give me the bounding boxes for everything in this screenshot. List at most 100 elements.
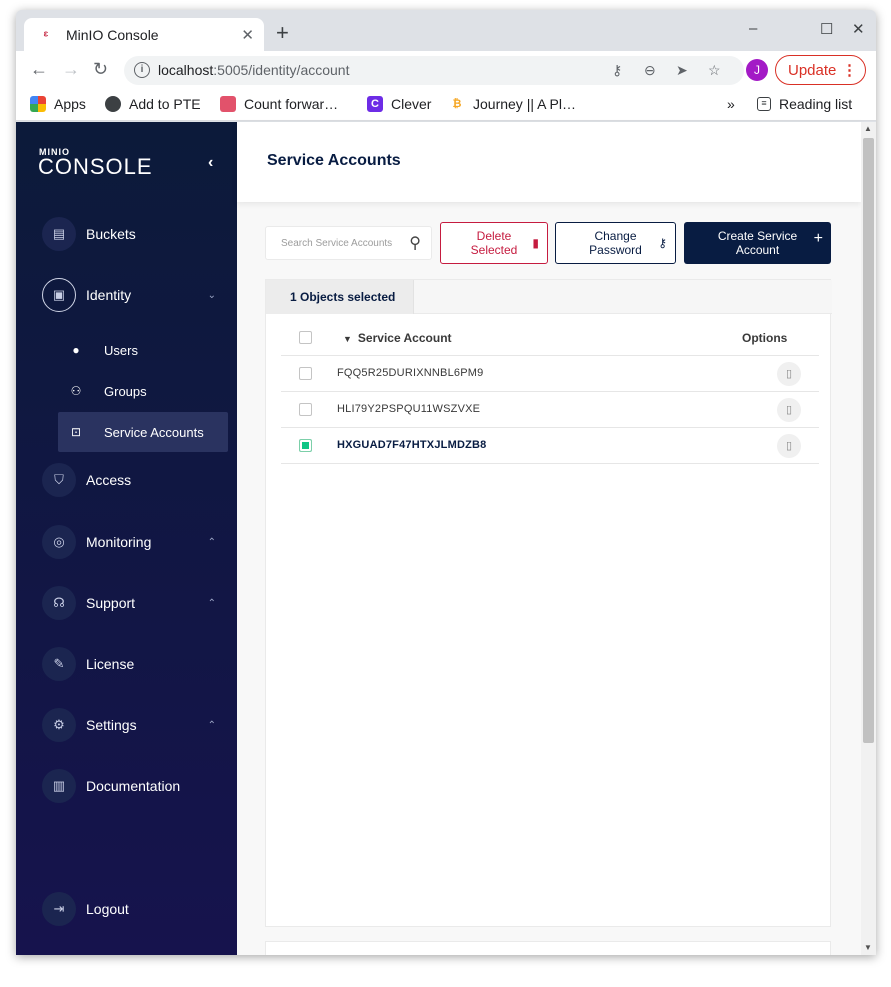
sidebar-item-users[interactable]: ● Users xyxy=(58,330,228,370)
scroll-up-icon[interactable]: ▲ xyxy=(864,124,872,133)
documentation-icon: ▥ xyxy=(42,769,76,803)
create-service-account-button[interactable]: Create Service Account + xyxy=(684,222,831,264)
tab-close-icon[interactable]: ✕ xyxy=(241,26,254,44)
search-input[interactable]: Search Service Accounts ⚲ xyxy=(265,226,432,260)
identity-card-icon: ▣ xyxy=(42,278,76,312)
table-row[interactable]: HLI79Y2PSPQU11WSZVXE ▯ xyxy=(281,392,819,428)
minimize-button[interactable]: – xyxy=(749,20,757,37)
search-placeholder: Search Service Accounts xyxy=(281,238,393,249)
nav-settings[interactable]: ⚙ Settings ⌃ xyxy=(42,708,222,742)
column-label: Service Account xyxy=(357,331,452,345)
lock-icon: ⛉ xyxy=(42,463,76,497)
bookmark-label: Add to PTE xyxy=(129,96,201,112)
reading-list[interactable]: ≡ Reading list xyxy=(757,96,852,112)
trash-icon: ▮ xyxy=(532,236,539,250)
table-row[interactable]: HXGUAD7F47HTXJLMDZB8 ▯ xyxy=(281,428,819,464)
send-icon[interactable]: ➤ xyxy=(676,62,688,79)
reading-list-icon: ≡ xyxy=(757,97,771,111)
bookmark-clever[interactable]: C Clever xyxy=(367,96,431,112)
sort-arrow-icon: ▼ xyxy=(343,334,352,344)
nav-label: Support xyxy=(86,595,136,611)
page-scrollbar[interactable]: ▲ ▼ xyxy=(861,122,876,955)
delete-label: Delete Selected xyxy=(470,229,518,257)
bookmark-label: Journey || A Pl… xyxy=(473,96,576,112)
table-row[interactable]: FQQ5R25DURIXNNBL6PM9 ▯ xyxy=(281,356,819,392)
collapse-sidebar-icon[interactable]: ‹ xyxy=(208,154,213,172)
bookmark-star-icon[interactable]: ☆ xyxy=(708,62,721,79)
scroll-down-icon[interactable]: ▼ xyxy=(864,943,872,952)
logo-console: CONSOLE xyxy=(38,154,153,179)
change-password-button[interactable]: Change Password ⚷ xyxy=(555,222,676,264)
service-account-icon: ⊡ xyxy=(70,425,82,439)
row-checkbox-checked[interactable] xyxy=(299,439,312,452)
delete-row-icon[interactable]: ▯ xyxy=(777,362,801,386)
delete-row-icon[interactable]: ▯ xyxy=(777,434,801,458)
logout-icon: ⇥ xyxy=(42,892,76,926)
nav-label: Users xyxy=(104,342,138,358)
maximize-button[interactable]: ☐ xyxy=(820,20,833,38)
sidebar-item-groups[interactable]: ⚇ Groups xyxy=(58,371,228,411)
delete-selected-button[interactable]: Delete Selected ▮ xyxy=(440,222,548,264)
nav-label: Groups xyxy=(104,383,147,399)
key-icon: ⚷ xyxy=(658,236,667,250)
bookmark-count-forward[interactable]: Count forwar… xyxy=(220,96,338,112)
nav-documentation[interactable]: ▥ Documentation xyxy=(42,769,222,803)
bookmark-add-to-pte[interactable]: Add to PTE xyxy=(105,96,201,112)
column-service-account[interactable]: ▼ Service Account xyxy=(343,331,452,345)
globe-icon xyxy=(105,96,121,112)
column-options: Options xyxy=(742,331,788,345)
nav-identity[interactable]: ▣ Identity ⌄ xyxy=(42,278,222,312)
row-checkbox[interactable] xyxy=(299,403,312,416)
update-button[interactable]: Update ⋮ xyxy=(775,55,866,85)
nav-label: Service Accounts xyxy=(104,424,204,440)
nav-access[interactable]: ⛉ Access xyxy=(42,463,222,497)
nav-label: Settings xyxy=(86,717,137,733)
nav-label: Logout xyxy=(86,901,129,917)
address-bar[interactable]: i localhost:5005/identity/account ⚷ ⊖ ➤ … xyxy=(124,56,744,85)
groups-icon: ⚇ xyxy=(70,384,82,398)
bookmark-label: Clever xyxy=(391,96,432,112)
new-tab-button[interactable]: + xyxy=(276,22,289,44)
profile-avatar[interactable]: J xyxy=(746,59,768,81)
nav-buckets[interactable]: ▤ Buckets xyxy=(42,217,222,251)
nav-monitoring[interactable]: ◎ Monitoring ⌃ xyxy=(42,525,222,559)
search-icon: ⚲ xyxy=(409,235,421,252)
zoom-icon[interactable]: ⊖ xyxy=(644,62,656,79)
window-close-button[interactable]: ✕ xyxy=(852,20,865,38)
service-account-name: HLI79Y2PSPQU11WSZVXE xyxy=(337,403,481,415)
url-host: localhost xyxy=(158,62,214,78)
url-path: :5005/identity/account xyxy=(213,62,350,78)
site-info-icon[interactable]: i xyxy=(134,62,150,78)
gear-icon: ⚙ xyxy=(42,708,76,742)
objects-selected-tab[interactable]: 1 Objects selected xyxy=(266,280,414,314)
forward-arrow-icon[interactable]: → xyxy=(62,59,80,79)
count-favicon-icon xyxy=(220,96,236,112)
more-menu-icon[interactable]: ⋮ xyxy=(842,61,857,79)
browser-tab[interactable]: ᵋ MinIO Console ✕ xyxy=(24,18,264,51)
license-icon: ✎ xyxy=(42,647,76,681)
nav-label: Documentation xyxy=(86,778,181,794)
select-all-checkbox[interactable] xyxy=(299,331,312,344)
bookmark-journey[interactable]: ₿ Journey || A Pl… xyxy=(449,96,576,112)
url-text[interactable]: localhost:5005/identity/account xyxy=(158,62,349,78)
create-label: Create Service Account xyxy=(717,229,798,257)
user-icon: ● xyxy=(72,343,80,357)
plus-icon: + xyxy=(813,230,823,247)
nav-support[interactable]: ☊ Support ⌃ xyxy=(42,586,222,620)
delete-row-icon[interactable]: ▯ xyxy=(777,398,801,422)
key-icon[interactable]: ⚷ xyxy=(612,62,622,79)
reload-icon[interactable]: ↻ xyxy=(93,59,108,79)
sidebar-item-service-accounts[interactable]: ⊡ Service Accounts xyxy=(58,412,228,452)
bookmark-apps[interactable]: Apps xyxy=(30,96,86,112)
minio-favicon-icon: ᵋ xyxy=(43,26,49,43)
tab-strip: ᵋ MinIO Console ✕ + – ☐ ✕ xyxy=(16,10,876,51)
row-checkbox[interactable] xyxy=(299,367,312,380)
scrollbar-thumb[interactable] xyxy=(863,138,874,743)
page-title: Service Accounts xyxy=(267,152,401,169)
table-header: ▼ Service Account Options xyxy=(281,320,819,356)
back-arrow-icon[interactable]: ← xyxy=(30,59,48,79)
nav-license[interactable]: ✎ License xyxy=(42,647,222,681)
bookmarks-overflow[interactable]: » xyxy=(727,96,735,112)
nav-logout[interactable]: ⇥ Logout xyxy=(42,892,222,926)
selection-tab-bar: 1 Objects selected xyxy=(266,280,832,314)
